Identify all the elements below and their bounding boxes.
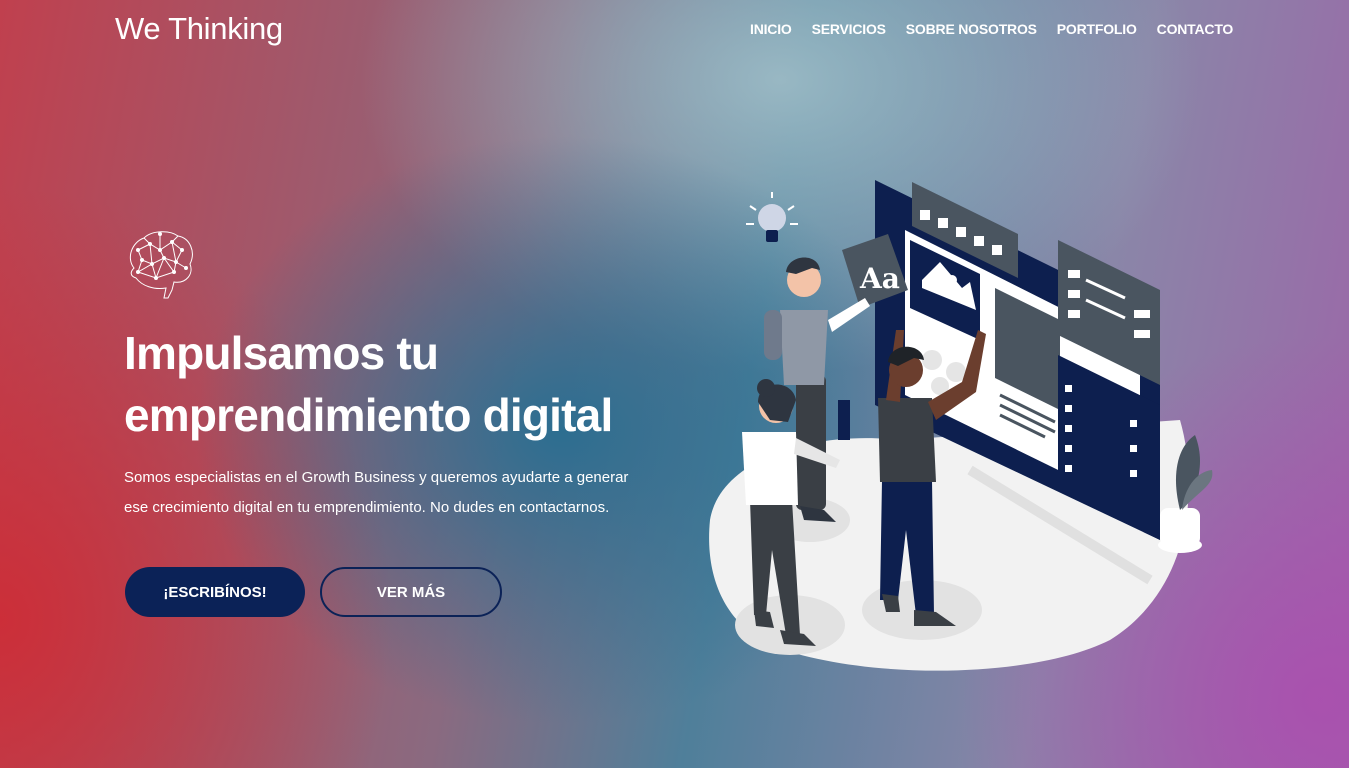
nav-contacto[interactable]: CONTACTO — [1157, 21, 1234, 37]
hero-description: Somos especialistas en el Growth Busines… — [124, 463, 684, 523]
team-web-design-illustration: Aa — [709, 180, 1213, 671]
ver-mas-button[interactable]: VER MÁS — [320, 567, 502, 617]
hero-title-line-2: emprendimiento digital — [124, 389, 613, 441]
hero-title: Impulsamos tu emprendimiento digital — [124, 322, 724, 446]
main-nav: INICIO SERVICIOS SOBRE NOSOTROS PORTFOLI… — [750, 21, 1253, 37]
site-logo[interactable]: We Thinking — [115, 11, 283, 47]
hero-description-line-2: ese crecimiento digital en tu emprendimi… — [124, 499, 610, 516]
hero-description-line-1: Somos especialistas en el Growth Busines… — [124, 469, 629, 486]
escribinos-button[interactable]: ¡ESCRIBÍNOS! — [125, 567, 305, 617]
nav-servicios[interactable]: SERVICIOS — [812, 21, 886, 37]
nav-inicio[interactable]: INICIO — [750, 21, 792, 37]
nav-portfolio[interactable]: PORTFOLIO — [1057, 21, 1137, 37]
nav-sobre-nosotros[interactable]: SOBRE NOSOTROS — [906, 21, 1037, 37]
aa-card-text: Aa — [859, 262, 900, 295]
brain-network-icon — [129, 231, 193, 299]
hero-title-line-1: Impulsamos tu — [124, 327, 439, 379]
